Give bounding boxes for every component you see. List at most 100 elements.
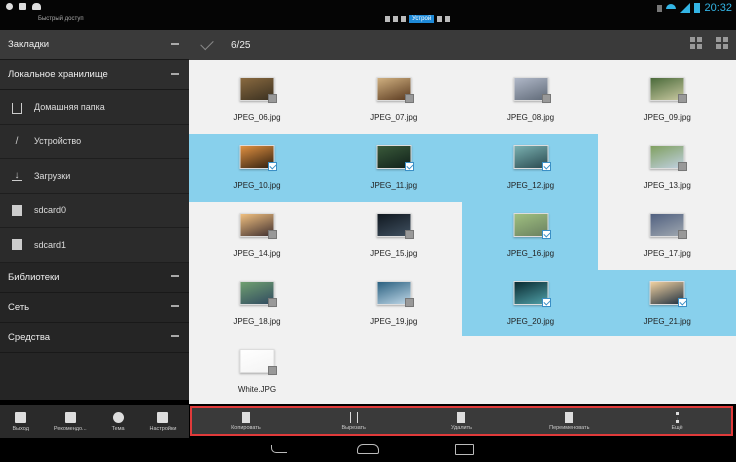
window-icon xyxy=(445,16,451,22)
sidebar-item-label: Устройство xyxy=(34,136,82,147)
selection-checkbox[interactable] xyxy=(678,162,688,171)
file-name: JPEG_20.jpg xyxy=(506,317,555,326)
sidebar-item-label: Загрузки xyxy=(34,170,71,181)
rename-button[interactable]: Переименовать xyxy=(524,411,614,431)
action-label: Вырезать xyxy=(341,424,366,431)
system-nav-bar xyxy=(0,438,736,462)
file-tile[interactable]: JPEG_06.jpg xyxy=(189,64,325,134)
theme-icon xyxy=(112,412,124,423)
selection-checkbox[interactable] xyxy=(541,162,551,171)
selection-checkbox[interactable] xyxy=(404,230,414,239)
theme-button[interactable]: Тема xyxy=(112,412,125,432)
file-tile[interactable]: JPEG_16.jpg xyxy=(463,200,599,270)
file-tile[interactable]: JPEG_07.jpg xyxy=(326,64,462,134)
sidebar: Закладки Локальное хранилище Домашняя па… xyxy=(0,30,189,439)
section-label: Средства xyxy=(8,331,51,343)
check-icon[interactable] xyxy=(200,36,214,51)
file-name: JPEG_13.jpg xyxy=(643,181,691,190)
home-nav-icon[interactable] xyxy=(357,444,379,454)
file-name: JPEG_21.jpg xyxy=(643,317,691,326)
selection-checkbox[interactable] xyxy=(678,230,688,239)
file-tile[interactable]: JPEG_17.jpg xyxy=(599,200,735,270)
clock: 20:32 xyxy=(704,2,732,14)
selection-checkbox[interactable] xyxy=(404,162,414,171)
sidebar-section-local-storage[interactable]: Локальное хранилище xyxy=(0,60,189,90)
file-tile[interactable]: JPEG_21.jpg xyxy=(599,268,735,338)
action-bar: Копировать Вырезать Удалить Переименоват… xyxy=(190,406,733,436)
slash-icon: / xyxy=(15,135,19,147)
file-tile[interactable]: JPEG_15.jpg xyxy=(326,200,462,270)
view-mode-icon[interactable] xyxy=(716,37,728,49)
sidebar-section-libraries[interactable]: Библиотеки xyxy=(0,263,189,293)
sidebar-item-downloads[interactable]: ↓ Загрузки xyxy=(0,159,189,194)
file-tile[interactable]: White.JPG xyxy=(189,336,325,406)
file-name: JPEG_18.jpg xyxy=(233,317,281,326)
file-name: JPEG_11.jpg xyxy=(370,181,418,190)
section-label: Локальное хранилище xyxy=(8,69,108,80)
sidebar-section-bookmarks[interactable]: Закладки xyxy=(0,30,189,60)
cut-icon xyxy=(349,411,358,423)
file-name: JPEG_12.jpg xyxy=(506,181,555,190)
signal-icon xyxy=(680,3,691,13)
delete-button[interactable]: Удалить xyxy=(416,411,506,431)
file-tile[interactable]: JPEG_09.jpg xyxy=(599,64,735,134)
section-label: Закладки xyxy=(8,39,50,50)
file-tile[interactable]: JPEG_20.jpg xyxy=(463,268,599,338)
selection-checkbox[interactable] xyxy=(678,94,688,103)
selection-checkbox[interactable] xyxy=(268,366,277,375)
file-tile[interactable]: JPEG_14.jpg xyxy=(189,200,325,270)
window-icon xyxy=(385,16,390,22)
home-icon xyxy=(12,103,22,115)
sidebar-item-home[interactable]: Домашняя папка xyxy=(0,90,189,125)
file-tile[interactable]: JPEG_19.jpg xyxy=(326,268,462,338)
sidebar-section-tools[interactable]: Средства xyxy=(0,323,189,353)
wifi-icon xyxy=(666,4,677,12)
file-tile[interactable]: JPEG_11.jpg xyxy=(326,132,462,202)
sdcard-status-icon xyxy=(19,3,26,10)
recent-apps-icon[interactable] xyxy=(455,444,474,455)
selection-checkbox[interactable] xyxy=(268,230,277,239)
file-tile[interactable]: JPEG_08.jpg xyxy=(463,64,599,134)
recommend-icon xyxy=(64,412,76,423)
exit-button[interactable]: Выход xyxy=(12,412,29,432)
usb-icon xyxy=(6,3,13,10)
selection-checkbox[interactable] xyxy=(678,298,688,307)
button-label: Тема xyxy=(111,426,125,432)
file-grid: JPEG_06.jpg JPEG_07.jpg JPEG_08.jpg JPEG_09… xyxy=(189,60,736,404)
settings-icon xyxy=(157,412,169,423)
system-status: 20:32 xyxy=(657,2,732,14)
cut-button[interactable]: Вырезать xyxy=(309,411,399,431)
sidebar-section-network[interactable]: Сеть xyxy=(0,293,189,323)
back-icon[interactable] xyxy=(271,445,287,453)
file-tile[interactable]: JPEG_12.jpg xyxy=(463,132,599,202)
sidebar-item-label: sdcard1 xyxy=(34,239,67,250)
settings-button[interactable]: Настройки xyxy=(150,412,176,432)
file-name: JPEG_07.jpg xyxy=(370,113,418,122)
sidebar-item-device[interactable]: / Устройство xyxy=(0,124,189,159)
file-tile[interactable]: JPEG_13.jpg xyxy=(599,132,735,202)
quick-access-label[interactable]: Быстрый доступ xyxy=(38,16,84,22)
notification-small-icon xyxy=(657,4,663,12)
selection-checkbox[interactable] xyxy=(268,162,277,171)
sidebar-item-label: Домашняя папка xyxy=(34,101,105,112)
selection-checkbox[interactable] xyxy=(541,230,551,239)
file-tile[interactable]: JPEG_10.jpg xyxy=(189,132,325,202)
recommend-button[interactable]: Рекомендо... xyxy=(54,412,87,432)
selection-checkbox[interactable] xyxy=(404,298,414,307)
file-tile[interactable]: JPEG_18.jpg xyxy=(189,268,325,338)
sidebar-item-sdcard1[interactable]: sdcard1 xyxy=(0,228,189,263)
button-label: Рекомендо... xyxy=(53,426,87,432)
action-label: Удалить xyxy=(450,424,472,431)
selection-checkbox[interactable] xyxy=(404,94,414,103)
sidebar-item-sdcard0[interactable]: sdcard0 xyxy=(0,193,189,228)
selection-checkbox[interactable] xyxy=(268,94,277,103)
select-all-icon[interactable] xyxy=(690,37,702,49)
mini-app-bar: Устрой xyxy=(385,15,451,23)
more-button[interactable]: Ещё xyxy=(632,411,722,431)
selection-checkbox[interactable] xyxy=(268,298,277,307)
file-name: White.JPG xyxy=(237,385,277,394)
selection-checkbox[interactable] xyxy=(541,298,551,307)
app-notification-icon xyxy=(32,3,41,10)
copy-button[interactable]: Копировать xyxy=(201,411,291,431)
selection-checkbox[interactable] xyxy=(541,94,551,103)
